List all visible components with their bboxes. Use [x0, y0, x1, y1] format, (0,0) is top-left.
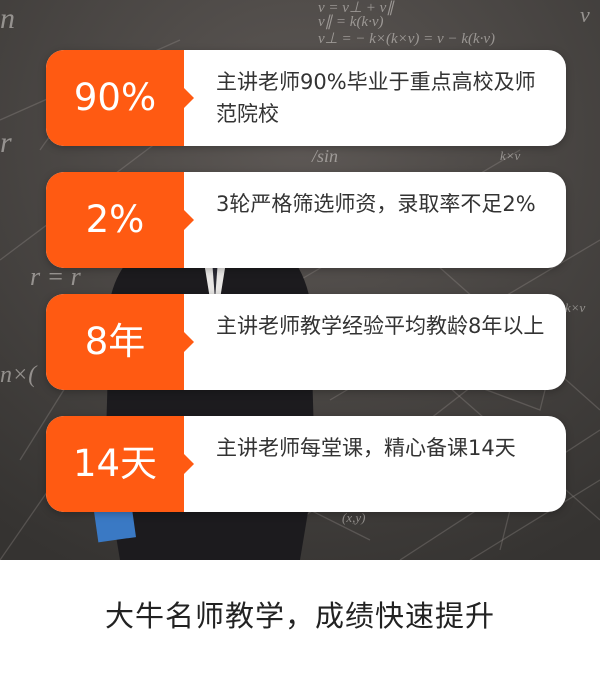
stat-value: 8年 — [46, 294, 184, 390]
pointer-arrow-icon — [183, 87, 194, 109]
stat-card: 2% 3轮严格筛选师资，录取率不足2% — [46, 172, 566, 268]
stat-card: 90% 主讲老师90%毕业于重点高校及师范院校 — [46, 50, 566, 146]
chalk-formula: v⊥ = − k×(k×v) = v − k(k·v) — [318, 31, 495, 47]
chalk-formula: /sin — [311, 146, 338, 166]
chalk-formula: r — [0, 126, 12, 159]
stat-description: 主讲老师教学经验平均教龄8年以上 — [216, 314, 545, 338]
chalk-formula: n×( — [0, 362, 38, 388]
stat-value: 2% — [46, 172, 184, 268]
bottom-caption: 大牛名师教学，成绩快速提升 — [104, 599, 495, 633]
pointer-arrow-icon — [183, 331, 194, 353]
chalkboard-hero: v = v⊥ + v∥ v∥ = k(k·v) v⊥ = − k×(k×v) =… — [0, 0, 600, 560]
stat-value: 14天 — [46, 416, 184, 512]
stat-description: 主讲老师90%毕业于重点高校及师范院校 — [216, 70, 536, 126]
stat-value: 90% — [46, 50, 184, 146]
chalk-formula: n — [0, 2, 15, 35]
pointer-arrow-icon — [183, 209, 194, 231]
chalk-formula: v — [580, 2, 590, 27]
chalk-formula: v∥ = k(k·v) — [318, 14, 384, 30]
stat-card: 14天 主讲老师每堂课，精心备课14天 — [46, 416, 566, 512]
pointer-arrow-icon — [183, 453, 194, 475]
stat-description: 主讲老师每堂课，精心备课14天 — [216, 436, 516, 460]
stat-description: 3轮严格筛选师资，录取率不足2% — [216, 192, 536, 216]
chalk-formula: (x,y) — [342, 510, 365, 525]
stat-card: 8年 主讲老师教学经验平均教龄8年以上 — [46, 294, 566, 390]
promo-page: v = v⊥ + v∥ v∥ = k(k·v) v⊥ = − k×(k×v) =… — [0, 0, 600, 700]
chalk-formula: k×v — [500, 148, 521, 163]
chalk-formula: k×v — [565, 300, 586, 315]
